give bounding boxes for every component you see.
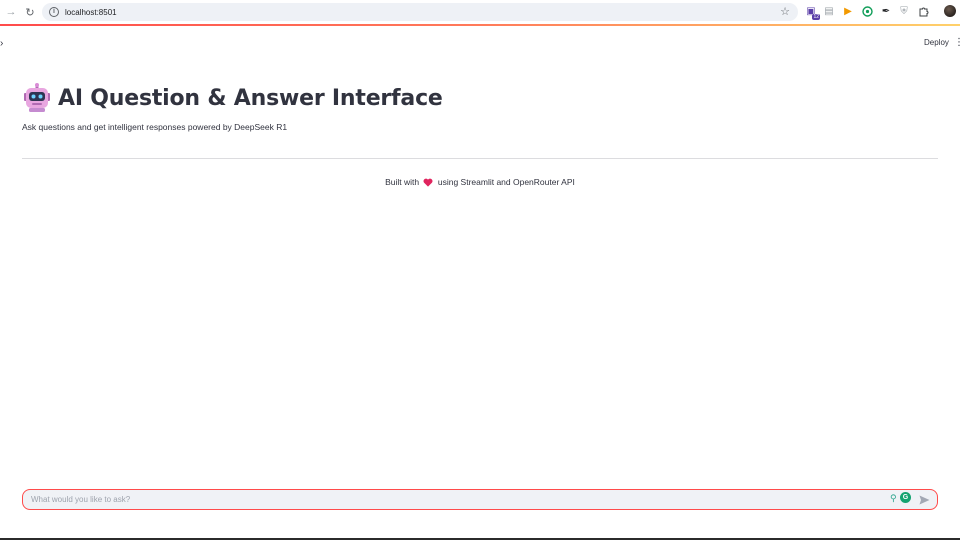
bookmark-star-icon[interactable]: ☆ xyxy=(780,6,790,18)
forward-icon[interactable]: → xyxy=(2,3,20,21)
extension-badge: 12 xyxy=(812,14,820,20)
page-title-row: AI Question & Answer Interface xyxy=(22,82,443,114)
sidebar-expand-chevron-icon[interactable]: › xyxy=(0,38,10,50)
reload-icon[interactable]: ↻ xyxy=(21,3,39,21)
site-info-icon[interactable]: i xyxy=(49,7,59,17)
address-bar[interactable]: i localhost:8501 ☆ xyxy=(42,3,798,21)
grammarly-icon[interactable]: G xyxy=(900,492,911,503)
extension-document-icon[interactable]: ▤ xyxy=(822,4,836,18)
extension-shield-icon[interactable]: ⛨ xyxy=(897,4,911,18)
extension-pen-icon[interactable]: ✒ xyxy=(879,4,893,18)
send-icon xyxy=(919,495,929,505)
extension-calendar-icon[interactable]: ▣ 12 xyxy=(804,4,820,20)
location-pin-icon[interactable]: ⚲ xyxy=(890,493,897,504)
divider xyxy=(22,158,938,159)
footer-note: Built with using Streamlit and OpenRoute… xyxy=(0,177,960,187)
extension-play-icon[interactable]: ▶ xyxy=(841,4,855,18)
robot-icon xyxy=(24,83,50,112)
chat-input[interactable] xyxy=(23,490,937,509)
header-accent-line xyxy=(0,24,960,26)
send-button[interactable] xyxy=(917,493,931,507)
deploy-button[interactable]: Deploy xyxy=(918,36,955,50)
footer-prefix: Built with xyxy=(385,177,420,187)
url-text: localhost:8501 xyxy=(65,7,117,17)
page-subtitle: Ask questions and get intelligent respon… xyxy=(22,122,288,132)
chat-input-container: ⚲ G xyxy=(22,489,938,510)
footer-suffix: using Streamlit and OpenRouter API xyxy=(437,177,575,187)
extension-chatgpt-icon[interactable] xyxy=(860,4,874,18)
page-title: AI Question & Answer Interface xyxy=(58,85,443,111)
profile-avatar[interactable] xyxy=(944,5,956,17)
heart-icon xyxy=(423,178,433,187)
extensions-puzzle-icon[interactable] xyxy=(916,4,930,18)
main-menu-kebab-icon[interactable]: ⋮ xyxy=(954,36,960,50)
browser-toolbar: → ↻ i localhost:8501 ☆ ▣ 12 ▤ ▶ ✒ ⛨ xyxy=(0,0,960,24)
